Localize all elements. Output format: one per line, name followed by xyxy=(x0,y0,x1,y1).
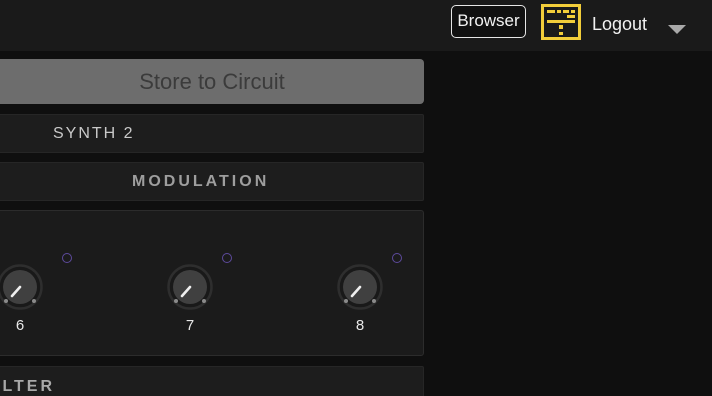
macro-knob-6[interactable] xyxy=(0,264,43,310)
knob-slot-6: 6 xyxy=(0,211,72,357)
synth-name-label: SYNTH 2 xyxy=(53,125,135,142)
modulation-title: MODULATION xyxy=(132,173,270,190)
macro-knob-7[interactable] xyxy=(167,264,213,310)
filter-title: ILTER xyxy=(0,378,56,395)
macro-knob-8[interactable] xyxy=(337,264,383,310)
mod-target-ring-8[interactable] xyxy=(392,253,402,263)
top-bar: Browser Logout xyxy=(0,0,712,51)
knob-label-8: 8 xyxy=(355,317,365,334)
browser-button[interactable]: Browser xyxy=(451,5,526,38)
chevron-down-icon[interactable] xyxy=(668,25,686,34)
logout-link[interactable]: Logout xyxy=(592,13,647,35)
mod-target-ring-7[interactable] xyxy=(222,253,232,263)
filter-section-header[interactable]: ILTER xyxy=(0,366,424,396)
knob-slot-8: 8 xyxy=(320,211,402,357)
modulation-knob-panel: 6 7 8 xyxy=(0,210,424,356)
synth-name-bar: SYNTH 2 xyxy=(0,114,424,153)
knob-label-6: 6 xyxy=(15,317,25,334)
store-to-circuit-button[interactable]: Store to Circuit xyxy=(0,59,424,104)
modulation-section-header[interactable]: MODULATION xyxy=(0,162,424,201)
knob-slot-7: 7 xyxy=(150,211,232,357)
knob-label-7: 7 xyxy=(185,317,195,334)
app-root: Browser Logout Store to Circuit SYNTH 2 … xyxy=(0,0,712,396)
mod-target-ring-6[interactable] xyxy=(62,253,72,263)
app-logo-icon xyxy=(541,4,581,40)
